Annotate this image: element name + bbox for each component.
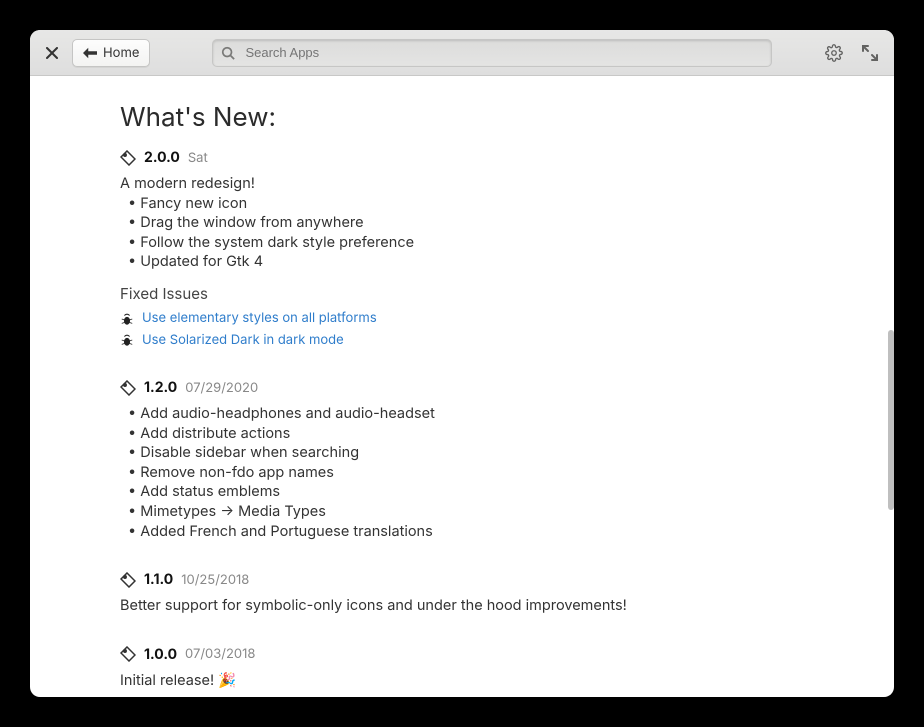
list-item: Added French and Portuguese translations <box>120 522 804 542</box>
list-item: Disable sidebar when searching <box>120 443 804 463</box>
release-date: 10/25/2018 <box>181 572 249 588</box>
release-bullets: Fancy new icon Drag the window from anyw… <box>120 194 804 272</box>
release-date: 07/29/2020 <box>185 380 258 396</box>
page-title: What's New: <box>120 102 804 133</box>
gear-icon <box>825 44 843 62</box>
search-field[interactable] <box>212 39 772 67</box>
list-item: Updated for Gtk 4 <box>120 252 804 272</box>
home-button[interactable]: Home <box>72 39 150 67</box>
fullscreen-button[interactable] <box>856 39 884 67</box>
search-input[interactable] <box>243 44 763 61</box>
titlebar: Home <box>30 30 894 76</box>
release-date: 07/03/2018 <box>185 646 255 662</box>
release-header: 1.2.0 07/29/2020 <box>120 379 804 396</box>
list-item: Add audio-headphones and audio-headset <box>120 404 804 424</box>
release-date: Sat <box>188 150 208 166</box>
home-label: Home <box>103 45 139 61</box>
release-header: 2.0.0 Sat <box>120 149 804 166</box>
release-intro: Initial release! 🎉 <box>120 671 804 691</box>
bug-icon <box>120 312 134 326</box>
tag-icon <box>120 646 136 662</box>
issue-link[interactable]: Use Solarized Dark in dark mode <box>142 332 344 350</box>
tag-icon <box>120 150 136 166</box>
back-arrow-icon <box>83 47 97 59</box>
issue-item: Use elementary styles on all platforms <box>120 310 804 328</box>
issue-item: Use Solarized Dark in dark mode <box>120 332 804 350</box>
release-version: 2.0.0 <box>144 149 180 166</box>
tag-icon <box>120 572 136 588</box>
release-entry: 2.0.0 Sat A modern redesign! Fancy new i… <box>120 149 804 349</box>
tag-icon <box>120 380 136 396</box>
search-icon <box>221 46 235 60</box>
close-button[interactable] <box>40 41 64 65</box>
scrollbar-thumb[interactable] <box>888 330 894 510</box>
list-item: Remove non-fdo app names <box>120 463 804 483</box>
close-icon <box>46 47 58 59</box>
app-window: Home What's New: 2.0.0 Sat A modern rede… <box>30 30 894 697</box>
release-entry: 1.1.0 10/25/2018 Better support for symb… <box>120 571 804 616</box>
list-item: Fancy new icon <box>120 194 804 214</box>
release-entry: 1.2.0 07/29/2020 Add audio-headphones an… <box>120 379 804 541</box>
settings-button[interactable] <box>820 39 848 67</box>
list-item: Add status emblems <box>120 482 804 502</box>
release-version: 1.0.0 <box>144 646 177 663</box>
bug-icon <box>120 333 134 347</box>
list-item: Add distribute actions <box>120 424 804 444</box>
release-header: 1.0.0 07/03/2018 <box>120 646 804 663</box>
release-bullets: Add audio-headphones and audio-headset A… <box>120 404 804 541</box>
expand-icon <box>861 44 879 62</box>
release-intro: Better support for symbolic-only icons a… <box>120 596 804 616</box>
list-item: Drag the window from anywhere <box>120 213 804 233</box>
release-intro: A modern redesign! <box>120 174 804 194</box>
release-entry: 1.0.0 07/03/2018 Initial release! 🎉 <box>120 646 804 691</box>
list-item: Follow the system dark style preference <box>120 233 804 253</box>
fixed-issues-heading: Fixed Issues <box>120 284 804 304</box>
content-area[interactable]: What's New: 2.0.0 Sat A modern redesign!… <box>30 76 894 697</box>
release-version: 1.2.0 <box>144 379 177 396</box>
release-header: 1.1.0 10/25/2018 <box>120 571 804 588</box>
issue-link[interactable]: Use elementary styles on all platforms <box>142 310 377 328</box>
list-item: Mimetypes → Media Types <box>120 502 804 522</box>
release-version: 1.1.0 <box>144 571 173 588</box>
